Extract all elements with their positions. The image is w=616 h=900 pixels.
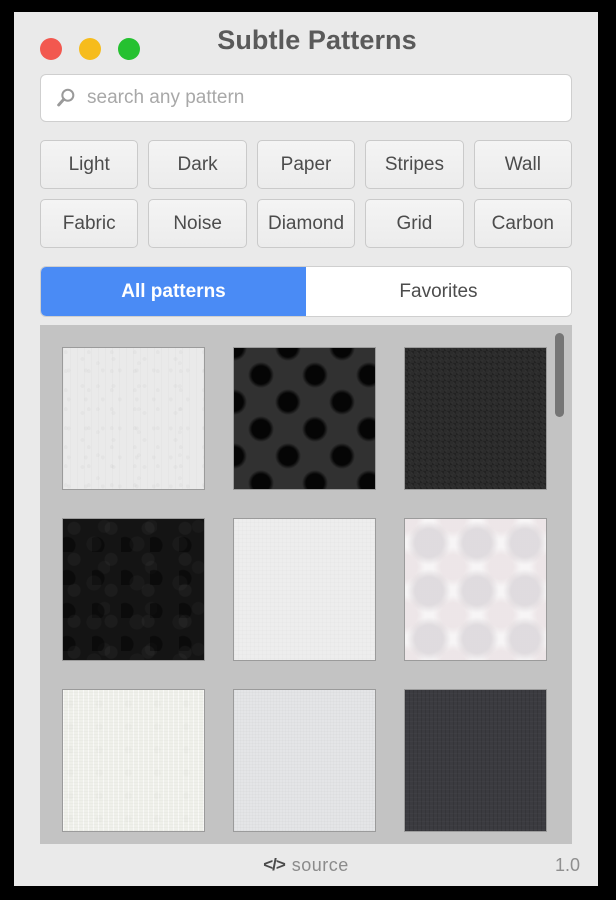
search-icon: [57, 88, 75, 107]
tab-all-patterns[interactable]: All patterns: [41, 267, 306, 316]
filter-row-1: Light Dark Paper Stripes Wall: [40, 140, 573, 189]
filter-buttons: Light Dark Paper Stripes Wall Fabric Noi…: [14, 122, 598, 258]
scrollbar[interactable]: [555, 333, 564, 836]
pattern-tile[interactable]: [404, 347, 547, 490]
filter-dark[interactable]: Dark: [148, 140, 247, 189]
filter-light[interactable]: Light: [40, 140, 139, 189]
search-box[interactable]: [40, 74, 572, 122]
pattern-tile[interactable]: [62, 518, 205, 661]
search-input[interactable]: [77, 86, 571, 110]
app-window: Subtle Patterns Light Dark Paper Stripes…: [14, 12, 598, 886]
scrollbar-thumb[interactable]: [555, 333, 564, 417]
pattern-tile[interactable]: [62, 347, 205, 490]
pattern-tile[interactable]: [404, 518, 547, 661]
filter-stripes[interactable]: Stripes: [365, 140, 464, 189]
filter-fabric[interactable]: Fabric: [40, 199, 139, 248]
filter-row-2: Fabric Noise Diamond Grid Carbon: [40, 199, 573, 248]
version-label: 1.0: [554, 854, 580, 875]
pattern-grid-panel: [40, 325, 572, 844]
tab-bar: All patterns Favorites: [40, 266, 572, 317]
filter-diamond[interactable]: Diamond: [256, 199, 356, 248]
footer: </> source 1.0: [14, 844, 598, 886]
source-label: source: [291, 854, 349, 875]
pattern-tile[interactable]: [233, 518, 376, 661]
filter-grid[interactable]: Grid: [365, 199, 464, 248]
tab-favorites[interactable]: Favorites: [306, 267, 571, 316]
search-row: [14, 74, 598, 122]
pattern-tile[interactable]: [404, 689, 547, 832]
pattern-tile[interactable]: [233, 347, 376, 490]
pattern-tile[interactable]: [62, 689, 205, 832]
filter-paper[interactable]: Paper: [256, 140, 356, 189]
filter-wall[interactable]: Wall: [473, 140, 573, 189]
titlebar: Subtle Patterns: [14, 12, 598, 74]
page-title: Subtle Patterns: [217, 25, 417, 55]
filter-noise[interactable]: Noise: [148, 199, 247, 248]
pattern-tile[interactable]: [233, 689, 376, 832]
code-icon: </>: [263, 855, 286, 874]
pattern-grid: [40, 325, 572, 844]
source-link[interactable]: </> source: [263, 855, 349, 876]
filter-carbon[interactable]: Carbon: [473, 199, 573, 248]
